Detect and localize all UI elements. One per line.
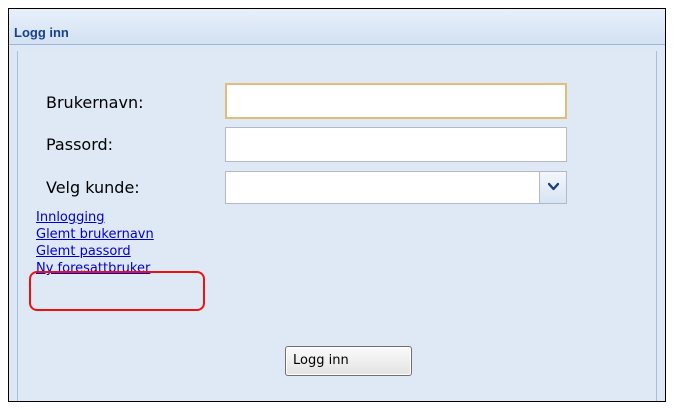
login-button[interactable]: Logg inn (285, 346, 412, 376)
window-titlebar: Logg inn (9, 9, 665, 45)
link-glemt-brukernavn[interactable]: Glemt brukernavn (36, 226, 154, 243)
login-links: Innlogging Glemt brukernavn Glemt passor… (36, 209, 154, 277)
link-glemt-passord[interactable]: Glemt passord (36, 243, 154, 260)
window-title: Logg inn (14, 25, 69, 40)
chevron-down-icon (548, 182, 559, 191)
username-label: Brukernavn: (46, 93, 144, 112)
customer-select[interactable] (225, 171, 567, 204)
username-input[interactable] (225, 83, 567, 119)
link-innlogging[interactable]: Innlogging (36, 209, 154, 226)
customer-label: Velg kunde: (46, 178, 140, 197)
customer-select-trigger[interactable] (539, 172, 566, 203)
highlight-annotation (29, 271, 205, 311)
password-label: Passord: (46, 135, 114, 154)
login-window: Logg inn (8, 8, 666, 402)
login-button-label: Logg inn (293, 353, 349, 368)
password-input[interactable] (225, 127, 567, 162)
